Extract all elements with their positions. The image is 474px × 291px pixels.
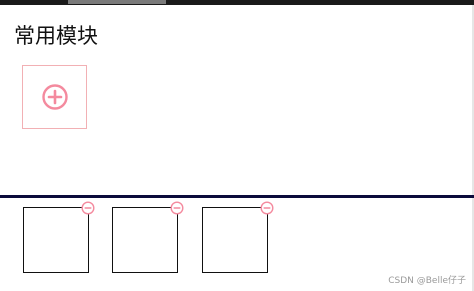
minus-circle-icon[interactable] — [81, 201, 95, 215]
add-module-button[interactable] — [22, 65, 87, 129]
minus-circle-icon[interactable] — [170, 201, 184, 215]
module-tile[interactable] — [202, 201, 274, 273]
section-divider — [0, 195, 474, 198]
module-tile[interactable] — [112, 201, 184, 273]
page-title: 常用模块 — [14, 24, 98, 48]
top-bar-tab — [68, 0, 166, 4]
minus-circle-icon[interactable] — [260, 201, 274, 215]
top-bar — [0, 0, 474, 5]
plus-circle-icon — [41, 84, 68, 110]
watermark: CSDN @Belle仔子 — [388, 276, 466, 286]
module-tile[interactable] — [23, 201, 95, 273]
